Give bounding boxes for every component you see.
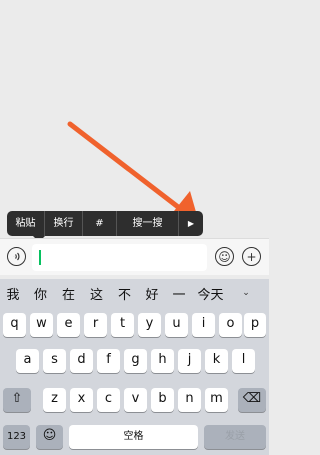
key-p[interactable]: p bbox=[244, 313, 266, 337]
key-y[interactable]: y bbox=[138, 313, 161, 337]
candidate-item[interactable]: 不 bbox=[111, 284, 138, 303]
send-key[interactable]: 发送 bbox=[204, 425, 266, 449]
key-u[interactable]: u bbox=[165, 313, 188, 337]
key-m[interactable]: m bbox=[205, 388, 228, 412]
delete-key[interactable]: ⌫ bbox=[238, 388, 266, 412]
key-f[interactable]: f bbox=[97, 349, 120, 373]
candidate-expand-icon[interactable]: ⌄ bbox=[231, 288, 261, 298]
key-w[interactable]: w bbox=[30, 313, 53, 337]
hashtag-menu-item[interactable]: # bbox=[83, 211, 117, 236]
numbers-key[interactable]: 123 bbox=[3, 425, 30, 449]
key-z[interactable]: z bbox=[43, 388, 66, 412]
search-menu-item[interactable]: 搜一搜 bbox=[117, 211, 179, 236]
message-input[interactable] bbox=[32, 244, 207, 271]
text-caret bbox=[39, 250, 41, 265]
emoji-key-icon[interactable]: ☺ bbox=[36, 425, 63, 449]
more-menu-arrow[interactable]: ▶ bbox=[179, 211, 203, 236]
key-x[interactable]: x bbox=[70, 388, 93, 412]
key-o[interactable]: o bbox=[219, 313, 242, 337]
plus-icon[interactable]: + bbox=[242, 247, 261, 266]
emoji-icon[interactable]: ☺ bbox=[215, 247, 234, 266]
key-d[interactable]: d bbox=[70, 349, 93, 373]
space-key[interactable]: 空格 bbox=[69, 425, 198, 449]
key-h[interactable]: h bbox=[151, 349, 174, 373]
candidate-item[interactable]: 一 bbox=[166, 284, 192, 303]
candidate-item[interactable]: 今天 bbox=[192, 284, 229, 303]
key-i[interactable]: i bbox=[192, 313, 215, 337]
key-g[interactable]: g bbox=[124, 349, 147, 373]
key-k[interactable]: k bbox=[205, 349, 228, 373]
key-v[interactable]: v bbox=[124, 388, 147, 412]
candidate-item[interactable]: 在 bbox=[55, 284, 82, 303]
candidate-item[interactable]: 你 bbox=[26, 284, 55, 303]
paste-menu-item[interactable]: 粘贴 bbox=[7, 211, 45, 236]
chat-area bbox=[0, 0, 269, 236]
key-t[interactable]: t bbox=[111, 313, 134, 337]
candidate-item[interactable]: 我 bbox=[0, 284, 26, 303]
voice-icon[interactable] bbox=[7, 247, 26, 266]
key-b[interactable]: b bbox=[151, 388, 174, 412]
key-j[interactable]: j bbox=[178, 349, 201, 373]
key-c[interactable]: c bbox=[97, 388, 120, 412]
key-r[interactable]: r bbox=[84, 313, 107, 337]
key-l[interactable]: l bbox=[232, 349, 255, 373]
key-n[interactable]: n bbox=[178, 388, 201, 412]
input-bar: ☺ + bbox=[0, 238, 269, 275]
shift-key[interactable]: ⇧ bbox=[3, 388, 31, 412]
key-e[interactable]: e bbox=[57, 313, 80, 337]
keyboard: q w e r t y u i o p a s d f g h j k l ⇧ … bbox=[0, 307, 269, 455]
key-q[interactable]: q bbox=[3, 313, 26, 337]
context-menu: 粘贴 换行 # 搜一搜 ▶ bbox=[7, 211, 203, 236]
candidate-bar: 我 你 在 这 不 好 一 今天 ⌄ bbox=[0, 279, 269, 307]
key-a[interactable]: a bbox=[16, 349, 39, 373]
newline-menu-item[interactable]: 换行 bbox=[45, 211, 83, 236]
annotation-arrow-icon bbox=[67, 121, 200, 226]
candidate-item[interactable]: 好 bbox=[138, 284, 166, 303]
candidate-item[interactable]: 这 bbox=[82, 284, 111, 303]
key-s[interactable]: s bbox=[43, 349, 66, 373]
